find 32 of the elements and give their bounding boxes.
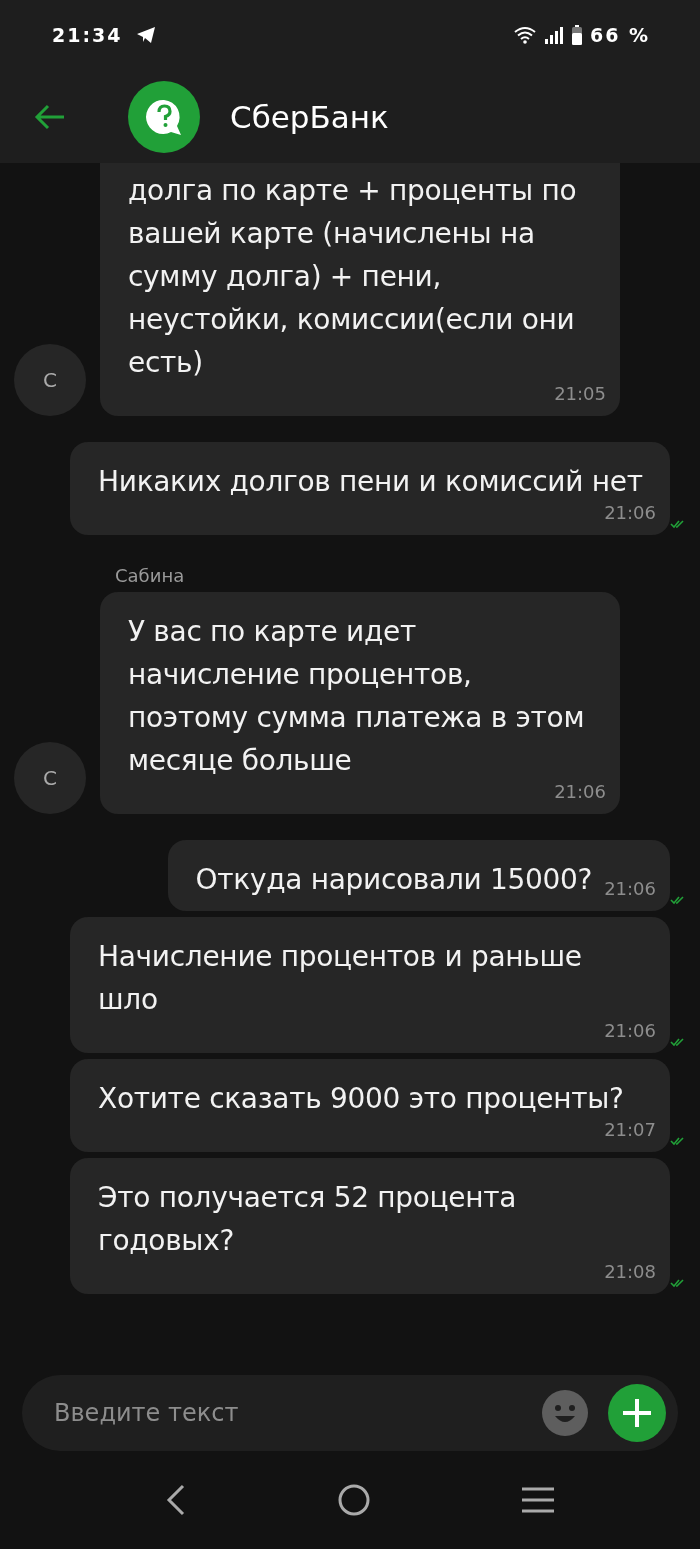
menu-icon[interactable] [520, 1487, 555, 1513]
message-text: Это получается 52 процента годовых? [98, 1180, 518, 1259]
back-arrow-icon[interactable] [34, 103, 66, 130]
wifi-icon [513, 26, 536, 44]
message-time: 21:07 [604, 1120, 656, 1142]
smiley-icon[interactable] [542, 1390, 588, 1436]
message-time: 21:06 [604, 879, 656, 901]
battery-percent: 66 % [589, 24, 650, 46]
message-text: Никаких долгов пени и комиссий нет [98, 464, 644, 500]
avatar: С [14, 344, 86, 416]
message-text: Хотите сказать 9000 это проценты? [98, 1081, 625, 1117]
message-time: 21:06 [554, 782, 606, 804]
signal-icon [543, 26, 564, 44]
message-time: 21:06 [604, 1021, 656, 1043]
battery-icon [571, 25, 582, 45]
text-input[interactable]: Введите текст [52, 1398, 522, 1428]
paper-plane-icon [136, 26, 157, 44]
message-text: долга по карте + проценты по вашей карте (начислены на сумму долга) + пени, неустойки, комиссии(если они есть) [128, 173, 578, 381]
message-input-field[interactable]: Введите текст [22, 1375, 678, 1451]
plus-button-icon[interactable] [608, 1384, 666, 1442]
message-time: 21:08 [604, 1262, 656, 1284]
chat-title: СберБанк [230, 98, 389, 135]
message-time: 21:05 [554, 384, 606, 406]
message-time: 21:06 [604, 503, 656, 525]
sender-name: Сабина [114, 565, 186, 586]
message-text: Откуда нарисовали 15000? [195, 862, 594, 898]
message-text: Начисление процентов и раньше шло [98, 939, 583, 1018]
status-time: 21:34 [52, 24, 123, 46]
chat-bubble-question-icon [128, 80, 200, 153]
home-nav-icon[interactable] [338, 1484, 370, 1516]
avatar: С [14, 742, 86, 814]
message-text: У вас по карте идет начисление процентов, поэтому сумма платежа в этом месяце больше [128, 614, 586, 779]
